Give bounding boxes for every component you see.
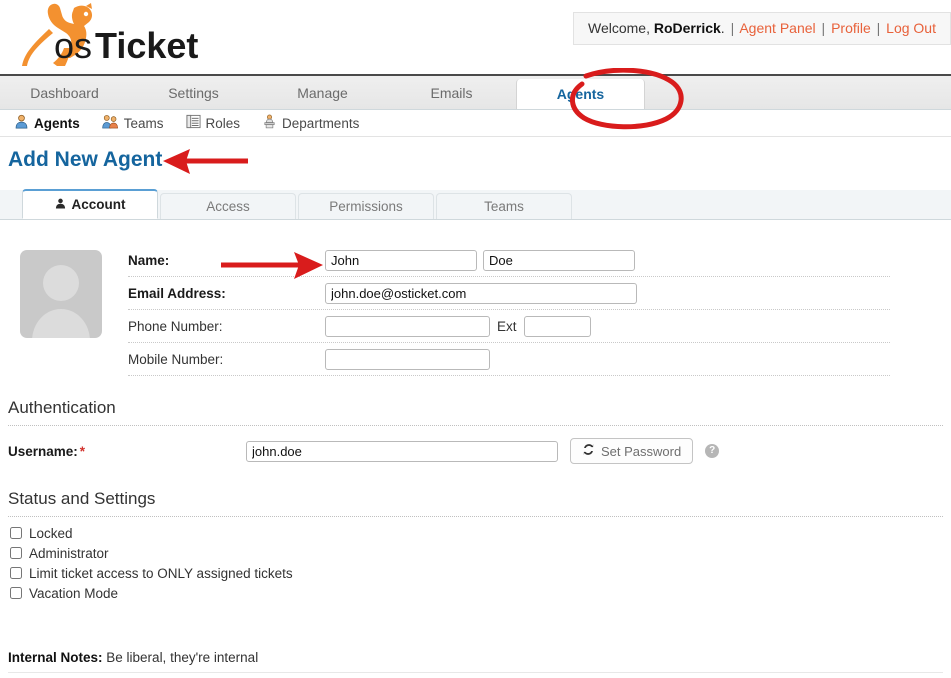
phone-input[interactable] — [325, 315, 490, 337]
internal-notes-hint: Be liberal, they're internal — [106, 650, 259, 665]
subnav-item-roles[interactable]: Roles — [186, 114, 241, 132]
phone-label: Phone Number: — [128, 318, 223, 334]
internal-notes-row: Internal Notes: Be liberal, they're inte… — [8, 650, 258, 665]
administrator-label[interactable]: Administrator — [29, 546, 109, 561]
internal-notes-divider — [8, 672, 943, 673]
subnav-label-agents: Agents — [34, 115, 80, 131]
osticket-logo[interactable]: os Ticket — [12, 2, 212, 70]
internal-notes-label: Internal Notes: — [8, 650, 103, 665]
separator-3: | — [876, 20, 881, 36]
avatar — [20, 250, 102, 338]
person-icon — [55, 197, 66, 212]
authentication-heading: Authentication — [8, 398, 116, 417]
set-password-label: Set Password — [601, 443, 682, 459]
subnav-item-departments[interactable]: Departments — [262, 114, 359, 132]
nav-tab-agents[interactable]: Agents — [516, 79, 645, 109]
nav-tab-manage[interactable]: Manage — [258, 76, 387, 109]
refresh-icon — [582, 443, 595, 459]
welcome-text: Welcome, — [588, 20, 650, 36]
form-row-name: Name: — [128, 244, 890, 277]
primary-navigation: Dashboard Settings Manage Emails Agents — [0, 74, 951, 110]
current-username: RoDerrick — [653, 20, 721, 36]
nav-tab-dashboard[interactable]: Dashboard — [0, 76, 129, 109]
vacation-mode-label[interactable]: Vacation Mode — [29, 586, 118, 601]
welcome-period: . — [720, 20, 725, 36]
email-label: Email Address: — [128, 285, 226, 301]
tab-permissions[interactable]: Permissions — [298, 193, 434, 219]
tab-account[interactable]: Account — [22, 189, 158, 219]
secondary-navigation: Agents Teams Roles Departments — [0, 110, 951, 137]
limit-ticket-access-checkbox[interactable] — [10, 567, 22, 579]
username-label-text: Username: — [8, 443, 78, 459]
svg-text:Ticket: Ticket — [95, 25, 198, 66]
annotation-arrow-page-title — [160, 146, 255, 183]
tab-teams[interactable]: Teams — [436, 193, 572, 219]
nav-tab-settings[interactable]: Settings — [129, 76, 258, 109]
tab-label-account: Account — [71, 197, 126, 212]
separator-2: | — [821, 20, 826, 36]
authentication-divider — [8, 425, 943, 426]
checkbox-row-administrator: Administrator — [10, 544, 293, 562]
username-label: Username: * — [8, 444, 246, 459]
limit-ticket-access-label[interactable]: Limit ticket access to ONLY assigned tic… — [29, 566, 293, 581]
account-form: Name: Email Address: Phone Number: Ext M… — [128, 244, 890, 376]
page-header: os Ticket Welcome, RoDerrick. | Agent Pa… — [0, 0, 951, 74]
checkbox-row-vacation-mode: Vacation Mode — [10, 584, 293, 602]
vacation-mode-checkbox[interactable] — [10, 587, 22, 599]
mobile-label: Mobile Number: — [128, 351, 224, 367]
account-tabs: Account Access Permissions Teams — [0, 189, 951, 220]
nav-tab-emails[interactable]: Emails — [387, 76, 516, 109]
locked-label[interactable]: Locked — [29, 526, 73, 541]
welcome-bar: Welcome, RoDerrick. | Agent Panel | Prof… — [573, 12, 951, 45]
subnav-item-teams[interactable]: Teams — [102, 114, 164, 132]
help-icon[interactable]: ? — [705, 444, 720, 458]
profile-link[interactable]: Profile — [831, 20, 871, 36]
ext-input[interactable] — [523, 315, 591, 337]
departments-podium-icon — [262, 114, 277, 132]
form-row-mobile: Mobile Number: — [128, 343, 890, 376]
agent-person-icon — [14, 114, 29, 132]
set-password-button[interactable]: Set Password — [570, 438, 694, 464]
agent-panel-link[interactable]: Agent Panel — [739, 20, 815, 36]
first-name-input[interactable] — [325, 249, 477, 271]
checkbox-row-locked: Locked — [10, 524, 293, 542]
administrator-checkbox[interactable] — [10, 547, 22, 559]
separator-1: | — [730, 20, 735, 36]
teams-people-icon — [102, 114, 119, 132]
subnav-label-teams: Teams — [123, 115, 164, 131]
username-input[interactable] — [246, 440, 558, 462]
status-settings-checkboxes: Locked Administrator Limit ticket access… — [10, 524, 293, 604]
mobile-input[interactable] — [325, 348, 490, 370]
status-settings-heading: Status and Settings — [8, 489, 156, 508]
tab-access[interactable]: Access — [160, 193, 296, 219]
checkbox-row-limit-ticket-access: Limit ticket access to ONLY assigned tic… — [10, 564, 293, 582]
last-name-input[interactable] — [483, 249, 635, 271]
form-row-phone: Phone Number: Ext — [128, 310, 890, 343]
email-input[interactable] — [325, 282, 637, 304]
required-asterisk: * — [79, 443, 86, 459]
page-title: Add New Agent — [8, 148, 163, 171]
ext-label: Ext — [497, 318, 517, 334]
svg-text:os: os — [54, 25, 92, 66]
subnav-item-agents[interactable]: Agents — [14, 114, 80, 132]
roles-list-icon — [186, 114, 201, 132]
locked-checkbox[interactable] — [10, 527, 22, 539]
username-row: Username:* Set Password ? — [8, 434, 938, 468]
subnav-label-roles: Roles — [205, 115, 241, 131]
subnav-label-departments: Departments — [282, 115, 360, 131]
form-row-email: Email Address: — [128, 277, 890, 310]
log-out-link[interactable]: Log Out — [886, 20, 936, 36]
status-settings-divider — [8, 516, 943, 517]
name-label: Name: — [128, 252, 170, 268]
